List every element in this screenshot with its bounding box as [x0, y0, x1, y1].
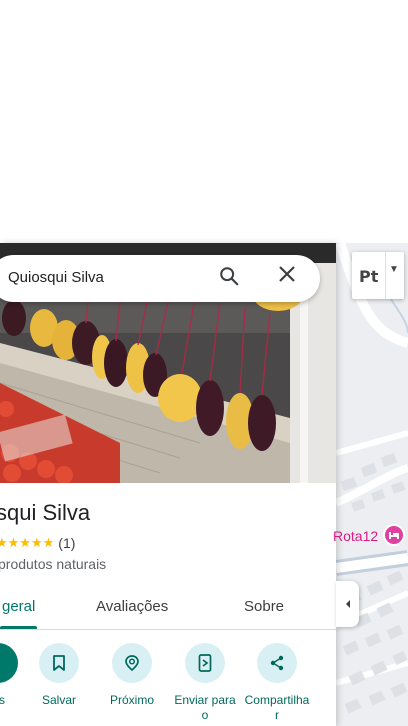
star-rating: ★★★★★: [0, 535, 55, 550]
tab-about[interactable]: Sobre: [244, 598, 284, 615]
poi-label[interactable]: Rota12: [333, 528, 378, 544]
blank-area: [0, 0, 408, 243]
hotel-pin-icon[interactable]: [383, 524, 405, 546]
place-title: squi Silva: [0, 500, 91, 525]
collapse-panel-button[interactable]: [336, 581, 359, 627]
chevron-left-icon: [345, 600, 350, 608]
place-photo[interactable]: Quiosqui Silva: [0, 243, 336, 483]
tab-overview[interactable]: geral: [2, 598, 35, 615]
directions-icon: [0, 643, 18, 683]
bookmark-icon: [39, 643, 79, 683]
place-category: produtos naturais: [0, 556, 107, 572]
search-query[interactable]: Quiosqui Silva: [8, 269, 104, 286]
share-icon: [257, 643, 297, 683]
save-label: Salvar: [41, 693, 76, 707]
save-button[interactable]: Salvar: [24, 643, 94, 708]
tab-bar: geral Avaliações Sobre: [0, 586, 336, 630]
layer-button-divider: [385, 252, 386, 299]
share-button[interactable]: Compartilha r: [242, 643, 312, 723]
send-to-phone-button[interactable]: Enviar para o: [170, 643, 240, 723]
directions-label: s: [0, 693, 5, 707]
directions-button[interactable]: s: [0, 643, 20, 708]
search-box[interactable]: Quiosqui Silva: [0, 255, 320, 302]
place-panel: Quiosqui Silva squi Silva ★★★★★ (1) prod…: [0, 243, 336, 726]
close-icon[interactable]: [278, 265, 306, 293]
share-label: Compartilha r: [244, 693, 310, 722]
send-to-phone-icon: [185, 643, 225, 683]
rating-count[interactable]: (1): [58, 535, 75, 551]
active-tab-indicator: [0, 626, 37, 629]
send-to-phone-label: Enviar para o: [174, 693, 236, 722]
nearby-button[interactable]: Próximo: [97, 643, 167, 708]
search-icon[interactable]: [218, 265, 246, 293]
map-layer-button[interactable]: Pt ▼: [352, 252, 404, 299]
dropdown-arrow-icon[interactable]: ▼: [389, 264, 399, 275]
nearby-icon: [112, 643, 152, 683]
nearby-label: Próximo: [109, 693, 154, 707]
tab-reviews[interactable]: Avaliações: [96, 598, 168, 615]
action-bar: s Salvar Próximo Enviar para o Compartil…: [0, 643, 336, 726]
rating-row[interactable]: ★★★★★ (1): [0, 535, 75, 551]
layer-button-label: Pt: [359, 267, 379, 286]
